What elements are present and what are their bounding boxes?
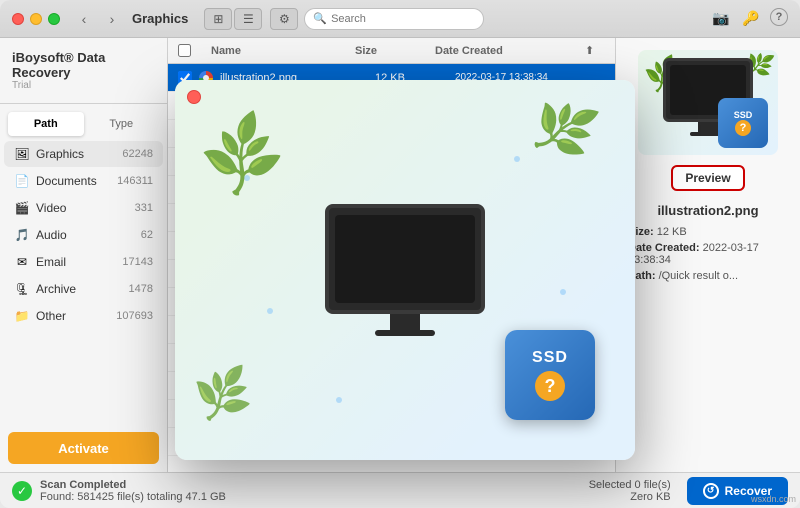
status-bar: ✓ Scan Completed Found: 581425 file(s) t… [0, 472, 800, 508]
search-icon: 🔍 [313, 12, 327, 25]
recover-icon: ↺ [703, 483, 719, 499]
close-button[interactable] [12, 13, 24, 25]
key-icon[interactable]: 🔑 [740, 8, 762, 30]
sidebar-item-count: 146311 [117, 175, 153, 187]
sidebar-item-label: Archive [36, 282, 129, 296]
file-list-header: Name Size Date Created ⬆ [168, 38, 615, 64]
status-text: Scan Completed Found: 581425 file(s) tot… [40, 479, 581, 503]
traffic-lights [12, 13, 60, 25]
watermark: wsxdn.com [751, 494, 796, 504]
sidebar-item-documents[interactable]: 📄 Documents 146311 [4, 168, 163, 194]
col-date-header: Date Created [435, 45, 585, 57]
camera-icon[interactable]: 📷 [710, 8, 732, 30]
sidebar-item-count: 1478 [129, 283, 153, 295]
documents-icon: 📄 [14, 173, 30, 189]
view-toggle: ⊞ ☰ [204, 8, 262, 30]
forward-button[interactable]: › [100, 7, 124, 31]
sidebar-item-count: 62248 [122, 148, 153, 160]
imac-base [375, 330, 435, 336]
dot-decoration [336, 397, 342, 403]
video-icon: 🎬 [14, 200, 30, 216]
sidebar-tabs: Path Type [8, 112, 159, 136]
list-view-button[interactable]: ☰ [234, 8, 262, 30]
sidebar-item-email[interactable]: ✉ Email 17143 [4, 249, 163, 275]
sidebar-items: 🖼 Graphics 62248 📄 Documents 146311 🎬 Vi… [0, 136, 167, 424]
imac-illustration [325, 204, 485, 336]
sidebar-item-label: Documents [36, 174, 117, 188]
popup-close-button[interactable] [187, 90, 201, 104]
search-box: 🔍 [304, 8, 484, 30]
titlebar-icons: 📷 🔑 ? [710, 8, 788, 30]
imac-stand [390, 314, 420, 330]
app-subtitle: Trial [12, 80, 155, 91]
sidebar-item-video[interactable]: 🎬 Video 331 [4, 195, 163, 221]
file-info-path: Path: /Quick result o... [628, 270, 788, 282]
search-input[interactable] [331, 13, 475, 25]
ssd-label: SSD [532, 349, 568, 367]
leaf-bottom-decoration: 🌿 [191, 363, 255, 425]
ssd-box: SSD ? [505, 330, 595, 420]
preview-thumbnail: 🌿 🌿 SSD ? [638, 50, 778, 155]
sidebar-item-label: Other [36, 309, 116, 323]
mini-ssd: SSD ? [718, 98, 768, 148]
sidebar-item-label: Video [36, 201, 135, 215]
mac-illustration: 🌿 🌿 🌿 SSD ? [175, 80, 635, 460]
imac-body [325, 204, 485, 314]
email-icon: ✉ [14, 254, 30, 270]
selected-info: Selected 0 file(s) Zero KB [589, 479, 671, 503]
select-all-checkbox[interactable] [178, 44, 191, 57]
sidebar-item-label: Audio [36, 228, 141, 242]
ssd-question-icon: ? [535, 371, 565, 401]
sidebar-item-count: 17143 [122, 256, 153, 268]
dot-decoration [514, 156, 520, 162]
sidebar-item-count: 331 [135, 202, 153, 214]
dot-decoration [267, 308, 273, 314]
maximize-button[interactable] [48, 13, 60, 25]
imac-screen [335, 215, 475, 303]
nav-buttons: ‹ › [72, 7, 124, 31]
sidebar-item-graphics[interactable]: 🖼 Graphics 62248 [4, 141, 163, 167]
sidebar-item-audio[interactable]: 🎵 Audio 62 [4, 222, 163, 248]
file-info-date: Date Created: 2022-03-17 13:38:34 [628, 242, 788, 266]
col-size-header: Size [355, 45, 435, 57]
sidebar-header: iBoysoft® Data Recovery Trial [0, 38, 167, 104]
sidebar-item-label: Email [36, 255, 122, 269]
leaf-right-decoration: 🌿 [525, 91, 604, 168]
back-button[interactable]: ‹ [72, 7, 96, 31]
filter-button[interactable]: ⚙ [270, 8, 298, 30]
titlebar: ‹ › Graphics ⊞ ☰ ⚙ 🔍 📷 🔑 ? [0, 0, 800, 38]
file-info-size: Size: 12 KB [628, 226, 788, 238]
tab-type[interactable]: Type [84, 112, 160, 136]
file-info-name: illustration2.png [657, 203, 758, 218]
graphics-icon: 🖼 [14, 146, 30, 162]
col-name-header: Name [211, 45, 355, 57]
app-title: iBoysoft® Data Recovery [12, 50, 155, 80]
sidebar: iBoysoft® Data Recovery Trial Path Type … [0, 38, 168, 472]
archive-icon: 🗜 [14, 281, 30, 297]
window-title: Graphics [132, 11, 188, 26]
tab-path[interactable]: Path [8, 112, 84, 136]
popup-overlay: 🌿 🌿 🌿 SSD ? [175, 80, 635, 460]
other-icon: 📁 [14, 308, 30, 324]
dot-decoration [560, 289, 566, 295]
col-icon-header: ⬆ [585, 44, 605, 57]
sidebar-item-count: 62 [141, 229, 153, 241]
audio-icon: 🎵 [14, 227, 30, 243]
minimize-button[interactable] [30, 13, 42, 25]
scan-complete-icon: ✓ [12, 481, 32, 501]
preview-button[interactable]: Preview [671, 165, 744, 191]
sidebar-item-archive[interactable]: 🗜 Archive 1478 [4, 276, 163, 302]
help-icon[interactable]: ? [770, 8, 788, 26]
mini-imac-illustration: SSD ? [648, 58, 768, 148]
leaf-left-decoration: 🌿 [192, 106, 292, 205]
sidebar-item-label: Graphics [36, 147, 122, 161]
activate-button[interactable]: Activate [8, 432, 159, 464]
grid-view-button[interactable]: ⊞ [204, 8, 232, 30]
sidebar-item-other[interactable]: 📁 Other 107693 [4, 303, 163, 329]
sidebar-item-count: 107693 [116, 310, 153, 322]
right-panel: 🌿 🌿 SSD ? [615, 38, 800, 472]
